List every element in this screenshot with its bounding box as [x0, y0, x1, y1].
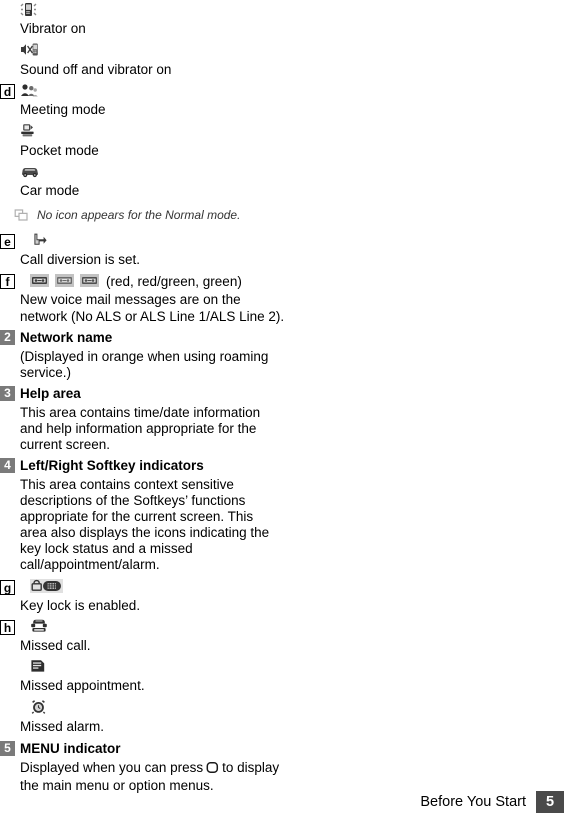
marker-slot-g: g — [0, 579, 20, 595]
marker-letter-f: f — [0, 274, 15, 289]
entry-sound-off-vibrator-on: Sound off and vibrator on — [0, 42, 300, 79]
marker-slot-empty — [0, 43, 20, 44]
entry-caption-line2: network (No ALS or ALS Line 1/ALS Line 2… — [20, 308, 285, 324]
marker-number-5: 5 — [0, 741, 15, 756]
entry-missed-appointment: Missed appointment. — [0, 659, 300, 695]
section-title: Network name — [20, 330, 113, 345]
entry-missed-alarm: Missed alarm. — [0, 699, 300, 736]
entry-missed-call: h Missed call. — [0, 618, 300, 655]
marker-slot-3: 3 — [0, 385, 20, 401]
icon-line — [20, 164, 300, 183]
note-text: No icon appears for the Normal mode. — [37, 207, 241, 222]
meeting-mode-icon — [20, 82, 38, 103]
marker-slot-4: 4 — [0, 457, 20, 473]
icon-line — [20, 232, 300, 252]
sound-off-vibrator-on-icon — [20, 42, 39, 62]
marker-slot-empty — [0, 700, 20, 701]
marker-slot-d: d — [0, 83, 20, 99]
entry-vibrator-on: Vibrator on — [0, 1, 300, 38]
voicemail-red-green-icon — [55, 273, 74, 292]
entry-caption: Vibrator on — [20, 21, 86, 36]
icon-line — [20, 1, 300, 22]
marker-letter-g: g — [0, 580, 15, 595]
marker-slot-f: f — [0, 273, 20, 289]
marker-number-3: 3 — [0, 386, 15, 401]
section-softkey-body: This area contains context sensitive des… — [20, 477, 270, 572]
menu-key-icon — [206, 761, 219, 778]
marker-slot-empty — [0, 124, 20, 125]
entry-meeting-mode: d Meeting mode — [0, 82, 300, 119]
entry-caption: Missed appointment. — [20, 678, 145, 693]
section-menu-indicator: 5 MENU indicator — [0, 740, 300, 757]
voicemail-icon-row: (red, red/green, green) — [20, 273, 300, 292]
entry-caption: Missed call. — [20, 637, 91, 653]
entry-caption: Call diversion is set. — [20, 251, 141, 267]
section-help-area: 3 Help area — [0, 385, 300, 402]
section-softkey-indicators: 4 Left/Right Softkey indicators — [0, 457, 300, 474]
page-content: Vibrator on Sound off and vibrator on d … — [0, 0, 300, 794]
missed-call-icon — [30, 618, 48, 638]
marker-slot-h: h — [0, 619, 20, 635]
call-diversion-icon — [32, 232, 48, 252]
icon-line — [20, 579, 300, 598]
marker-slot-2: 2 — [0, 329, 20, 345]
icon-line — [20, 699, 300, 719]
icon-line — [20, 123, 300, 143]
section-title: Help area — [20, 386, 81, 401]
manual-page: Vibrator on Sound off and vibrator on d … — [0, 0, 574, 827]
footer-page-number: 5 — [536, 791, 564, 813]
entry-caption: Meeting mode — [20, 102, 106, 117]
footer-section-label: Before You Start — [420, 794, 526, 810]
entry-caption: Missed alarm. — [20, 718, 105, 734]
menu-body-part1: Displayed when you can press — [20, 760, 204, 775]
section-menu-body: Displayed when you can press to display t… — [20, 760, 282, 794]
voicemail-legend: (red, red/green, green) — [106, 274, 242, 290]
entry-pocket-mode: Pocket mode — [0, 123, 300, 160]
marker-slot-5: 5 — [0, 740, 20, 756]
entry-caption-line1: New voice mail messages are on the — [20, 292, 241, 307]
section-help-area-body: This area contains time/date information… — [20, 405, 261, 452]
missed-alarm-icon — [30, 699, 47, 719]
entry-caption: Key lock is enabled. — [20, 598, 141, 613]
page-footer: Before You Start 5 — [420, 791, 564, 813]
entry-caption: Sound off and vibrator on — [20, 61, 172, 77]
marker-number-4: 4 — [0, 458, 15, 473]
missed-appointment-icon — [30, 659, 46, 678]
section-network-name: 2 Network name — [0, 329, 300, 346]
marker-slot-empty — [0, 164, 20, 165]
entry-car-mode: Car mode — [0, 164, 300, 200]
marker-letter-h: h — [0, 619, 15, 635]
section-title: MENU indicator — [20, 741, 121, 756]
entry-caption: Pocket mode — [20, 142, 99, 158]
marker-slot-empty — [0, 2, 20, 3]
vibrator-on-icon — [20, 1, 37, 22]
entry-caption: Car mode — [20, 183, 80, 198]
car-mode-icon — [20, 164, 40, 183]
icon-line — [20, 659, 300, 678]
entry-key-lock: g Key lock is enabled. — [0, 579, 300, 615]
pocket-mode-icon — [20, 123, 35, 143]
marker-slot-empty — [0, 659, 20, 660]
marker-letter-e: e — [0, 233, 15, 249]
section-title: Left/Right Softkey indicators — [20, 458, 204, 473]
marker-number-2: 2 — [0, 330, 15, 345]
entry-voicemail: f (red, red/green, green) New voice mail… — [0, 273, 300, 325]
memo-note-icon — [14, 207, 29, 226]
marker-letter-d: d — [0, 84, 15, 99]
icon-line — [20, 82, 300, 103]
entry-call-diversion: e Call diversion is set. — [0, 232, 300, 269]
note-normal-mode: No icon appears for the Normal mode. — [14, 207, 300, 226]
icon-line — [20, 618, 300, 638]
marker-slot-e: e — [0, 233, 20, 249]
voicemail-green-icon — [80, 273, 99, 292]
voicemail-red-icon — [30, 273, 49, 292]
section-network-name-body: (Displayed in orange when using roaming … — [20, 349, 269, 380]
key-lock-icon — [30, 579, 63, 598]
icon-line — [20, 42, 300, 62]
